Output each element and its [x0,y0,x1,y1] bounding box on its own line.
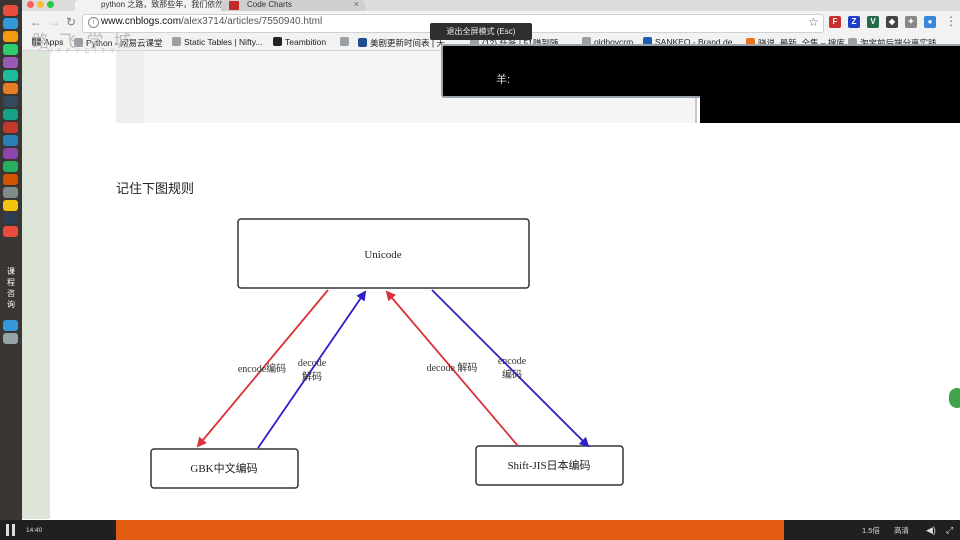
z-extension-icon[interactable]: Z [848,16,860,28]
dock-app-icon[interactable] [3,148,18,159]
dock-app-icon[interactable] [3,226,18,237]
dock-app-icon[interactable] [3,213,18,224]
course-consult-label[interactable]: 课 程 咨 询 [2,266,20,310]
encode-label-right-cn: 编码 [502,368,522,381]
page-icon [172,37,181,46]
bookmark-label: Teambition [285,37,327,47]
terminal-window[interactable] [441,44,960,98]
page-left-gutter [22,51,50,519]
dock-app-icon[interactable] [3,135,18,146]
dock-app-icon[interactable] [3,96,18,107]
url-host: www.cnblogs.com [101,16,182,27]
unicode-box-label: Unicode [364,249,401,261]
url-text[interactable]: www.cnblogs.com/alex3714/articles/755094… [101,16,322,27]
gbk-box-label: GBK中文编码 [190,461,257,475]
flag-extension-icon[interactable]: F [829,16,841,28]
dock-app-icon[interactable] [3,18,18,29]
encode-label-left: encode编码 [238,362,286,375]
v-extension-icon[interactable]: V [867,16,879,28]
exit-fullscreen-tip[interactable]: 退出全屏模式 (Esc) [430,23,532,40]
dock-app-icon[interactable] [3,122,18,133]
bookmark-star-icon[interactable]: ☆ [808,15,819,29]
url-path: /alex3714/articles/7550940.html [181,16,323,27]
section-heading: 记住下图规则 [116,181,195,196]
close-window-icon[interactable] [27,1,34,8]
teambition-icon [273,37,282,46]
dock-app-icon[interactable] [3,333,18,344]
decode-label-left-en: decode [298,358,327,369]
volume-icon[interactable]: ◀) [926,525,936,536]
minimize-window-icon[interactable] [37,1,44,8]
dock-app-icon[interactable] [3,109,18,120]
luffycity-logo-subtitle: LUFFYCITY [39,48,120,55]
pause-icon[interactable] [5,524,16,536]
maximize-window-icon[interactable] [47,1,54,8]
dock-app-icon[interactable] [3,161,18,172]
bookmark-label: Static Tables | Nifty... [184,37,263,47]
dock-app-icon[interactable] [3,31,18,42]
bookmark-item[interactable]: Static Tables | Nifty... [172,37,262,47]
terminal-output: 羊: [496,74,511,86]
chrome-extension-icon[interactable]: ● [924,16,936,28]
tab-title: Code Charts [247,0,292,9]
fullscreen-icon[interactable]: ⤢ [946,525,953,536]
shield-extension-icon[interactable]: ◆ [886,16,898,28]
code-charts-favicon-icon [229,1,239,10]
decode-label-right: decode 解码 [427,361,478,374]
dock-app-icon[interactable] [3,57,18,68]
dock-app-icon[interactable] [3,200,18,211]
close-tab-icon[interactable]: × [354,0,359,9]
puzzle-extension-icon[interactable]: ✦ [905,16,917,28]
decode-label-left-cn: 解码 [302,370,322,383]
page-icon [340,37,349,46]
sjis-box-label: Shift-JIS日本编码 [507,458,590,472]
floating-chat-icon[interactable] [949,388,960,408]
dock-app-icon[interactable] [3,83,18,94]
tab-code-charts[interactable]: Code Charts × [221,0,365,11]
dock-app-icon[interactable] [3,187,18,198]
encoding-diagram: Unicode GBK中文编码 Shift-JIS日本编码 encode编码 d… [150,218,624,489]
menu-kebab-icon[interactable]: ⋮ [945,14,957,28]
tab-bar: python 之路，致那些年，我们依然没搞明白的编码 × Code Charts… [22,0,960,11]
dock-app-icon[interactable] [3,70,18,81]
playback-speed-button[interactable]: 1.5倍 [862,525,880,536]
quality-button[interactable]: 高清 [894,525,909,536]
tv-icon [358,38,367,47]
dock-app-icon[interactable] [3,44,18,55]
video-progress-fill[interactable] [116,520,784,540]
video-time: 14:40 [26,527,43,534]
encode-label-right-en: encode [498,356,527,367]
dock-app-icon[interactable] [3,5,18,16]
dock-app-icon[interactable] [3,174,18,185]
bookmark-item[interactable]: Teambition [273,37,326,47]
dock-app-icon[interactable] [3,320,18,331]
terminal-window-lower [700,94,960,123]
bookmark-item[interactable] [340,37,352,47]
